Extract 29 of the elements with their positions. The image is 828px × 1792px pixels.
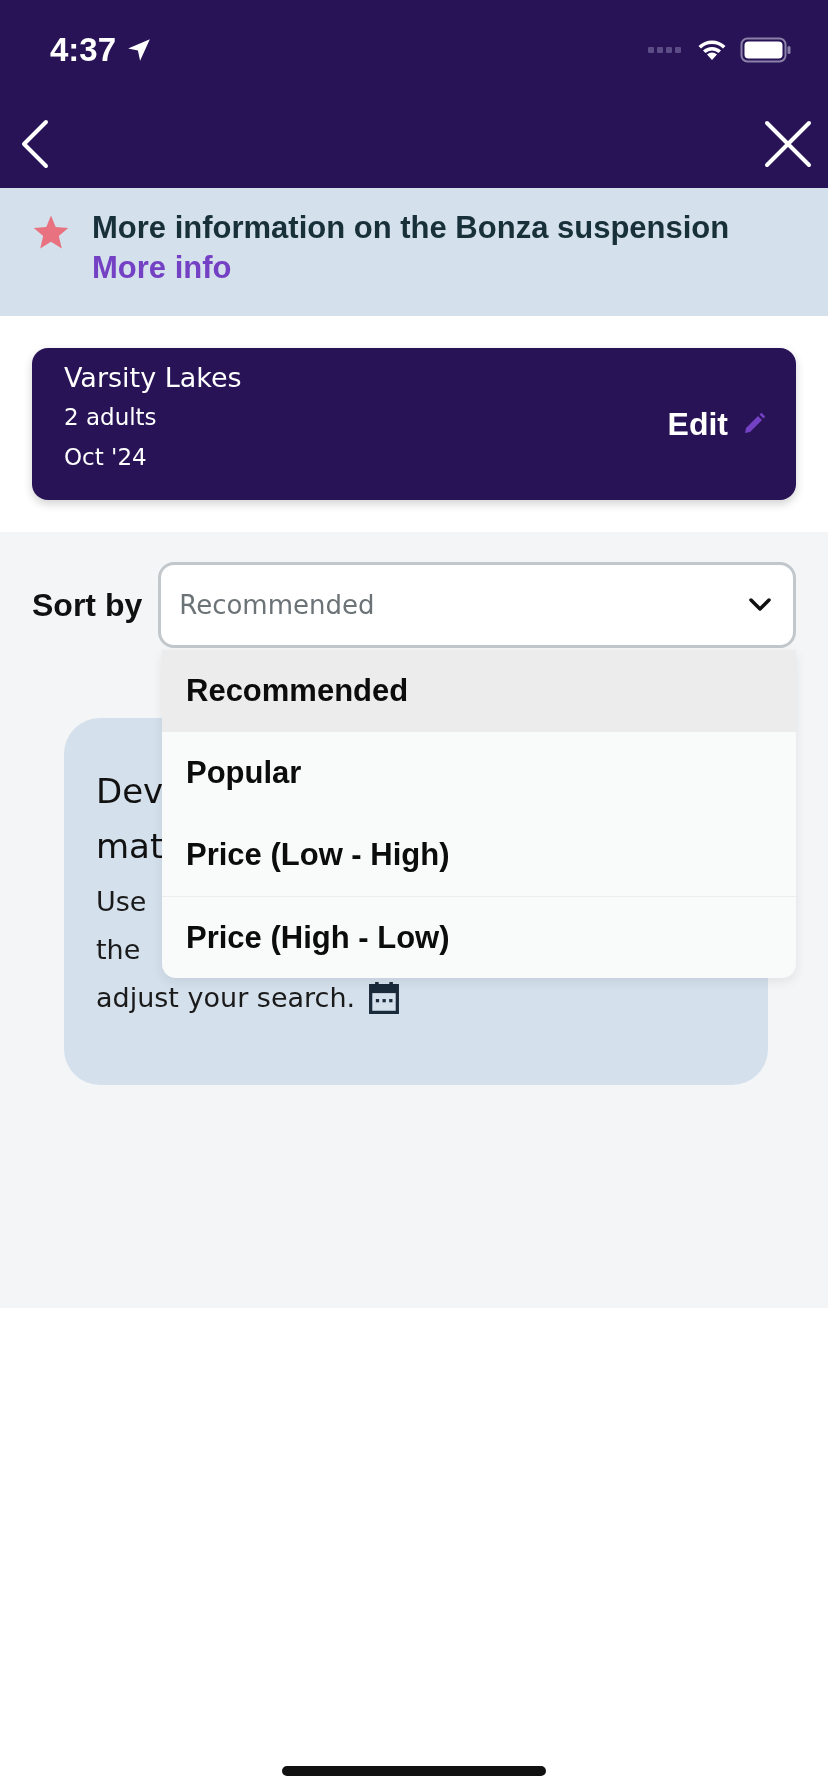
card-body-text: adjust your search. bbox=[96, 981, 356, 1015]
card-body-text: Use bbox=[96, 885, 147, 919]
sort-dropdown[interactable]: Recommended bbox=[158, 562, 796, 648]
star-icon bbox=[32, 214, 70, 250]
chevron-down-icon bbox=[749, 598, 771, 612]
sort-option[interactable]: Popular bbox=[162, 732, 796, 814]
signal-icon bbox=[648, 45, 684, 55]
card-title: mat bbox=[96, 825, 164, 868]
back-chevron-icon bbox=[20, 119, 50, 169]
back-button[interactable] bbox=[20, 119, 50, 169]
close-icon bbox=[764, 120, 812, 168]
date-text: Oct '24 bbox=[64, 443, 148, 472]
edit-button[interactable]: Edit bbox=[667, 405, 766, 443]
location-text: Varsity Lakes bbox=[64, 362, 242, 393]
pencil-icon bbox=[742, 412, 766, 436]
location-arrow-icon bbox=[126, 37, 153, 63]
sort-option[interactable]: Price (Low - High) bbox=[162, 814, 796, 896]
calendar-icon bbox=[369, 982, 400, 1014]
sort-option[interactable]: Recommended bbox=[162, 650, 796, 732]
close-button[interactable] bbox=[764, 120, 812, 168]
banner-text: More information on the Bonza suspension bbox=[92, 210, 730, 246]
status-time: 4:37 bbox=[50, 31, 117, 69]
card-title: Dev bbox=[96, 770, 164, 813]
guests-text: 2 adults bbox=[64, 403, 158, 432]
card-body-text: the bbox=[96, 933, 141, 967]
wifi-icon bbox=[696, 38, 728, 62]
sort-label: Sort by bbox=[32, 586, 143, 624]
battery-icon bbox=[740, 37, 792, 63]
more-info-link[interactable]: More info bbox=[92, 250, 232, 286]
